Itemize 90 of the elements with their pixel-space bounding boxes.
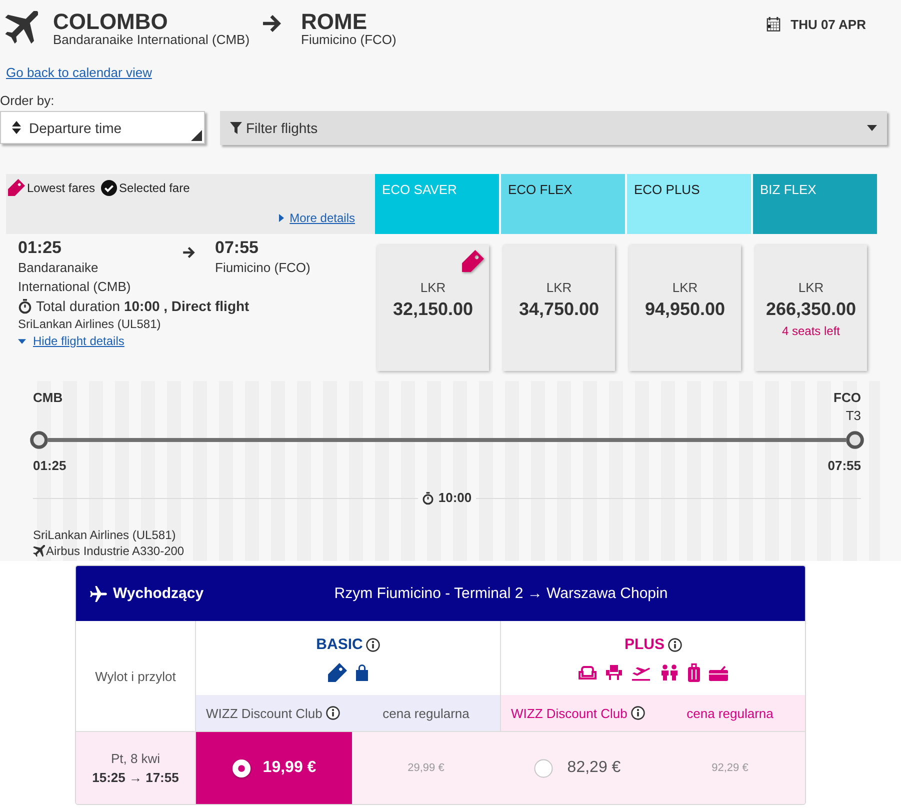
- airline-label: SriLankan Airlines (UL581): [33, 527, 176, 543]
- legend-label: Selected fare: [119, 180, 190, 194]
- column-header: WIZZ Discount Club: [511, 706, 628, 720]
- radio-button-icon: [232, 758, 251, 778]
- info-icon[interactable]: [668, 638, 682, 652]
- fare-class-header: ECO SAVER: [375, 174, 499, 234]
- fare-price: 34,750.00: [518, 298, 600, 320]
- bag-icon: [356, 664, 368, 681]
- fare-class-header: BIZ FLEX: [753, 174, 877, 234]
- legend-label: Lowest fares: [27, 180, 96, 194]
- currency-label: LKR: [798, 281, 824, 295]
- airport-name: Bandaranaike International (CMB): [53, 33, 250, 47]
- info-icon[interactable]: [366, 638, 380, 652]
- caret-right-icon: [278, 214, 284, 222]
- fare-card[interactable]: LKR 94,950.00: [629, 245, 741, 371]
- calendar-icon: [766, 16, 781, 32]
- info-icon[interactable]: [326, 706, 340, 720]
- tag-icon: [8, 179, 25, 196]
- sort-select[interactable]: Departure time: [0, 111, 205, 144]
- duration-text: Total duration 10:00 , Direct flight: [36, 297, 250, 315]
- seats-left-note: 4 seats left: [782, 324, 840, 338]
- fare-option[interactable]: 19,99 €: [196, 731, 352, 804]
- terminal-label: T3: [846, 407, 861, 425]
- date-label: THU 07 APR: [790, 16, 866, 32]
- order-by-label: Order by:: [0, 93, 54, 109]
- row-header: Wylot i przylot: [95, 668, 176, 684]
- caret-down-icon: [867, 125, 877, 131]
- more-details-link[interactable]: More details: [290, 211, 355, 225]
- corner-triangle-icon: [191, 130, 202, 141]
- fare-price: 94,950.00: [644, 298, 726, 320]
- airplane-icon: [90, 586, 107, 602]
- route-label: Rzym Fiumicino - Terminal 2 → Warszawa Chopin: [334, 584, 668, 602]
- arrow-right-icon: [263, 15, 281, 32]
- column-header: cena regularna: [382, 706, 470, 720]
- aircraft-label: Airbus Industrie A330-200: [46, 543, 184, 559]
- tag-icon: [328, 663, 347, 682]
- departure-time: 01:25: [18, 238, 62, 258]
- stop-marker-icon: [846, 431, 864, 449]
- stopwatch-icon: [422, 492, 434, 504]
- radio-button-icon: [534, 758, 554, 778]
- airport-code: CMB: [33, 389, 63, 407]
- duration-label: 10:00: [438, 490, 472, 506]
- regular-price: 29,99 €: [408, 762, 444, 774]
- flight-times: 15:25 → 17:55: [92, 769, 179, 787]
- sort-icon: [12, 121, 21, 134]
- filter-dropdown[interactable]: Filter flights: [220, 111, 887, 145]
- arrival-time: 07:55: [828, 458, 861, 474]
- column-header: cena regularna: [686, 706, 774, 720]
- airport-name: Fiumicino (FCO): [301, 33, 396, 47]
- check-circle-icon: [101, 180, 118, 196]
- armchair-icon: [578, 664, 597, 680]
- filter-icon: [230, 122, 242, 134]
- currency-label: LKR: [546, 281, 572, 295]
- city-name: ROME: [301, 10, 367, 33]
- airport-name: Fiumicino (FCO): [215, 259, 310, 277]
- info-icon[interactable]: [631, 706, 646, 720]
- airport-name: Bandaranaike International (CMB): [18, 259, 132, 296]
- airline-label: SriLankan Airlines (UL581): [18, 316, 161, 333]
- fare-card[interactable]: LKR 32,150.00: [377, 245, 489, 371]
- airplane-icon: [33, 545, 45, 557]
- fare-option[interactable]: 82,29 €: [500, 731, 655, 804]
- fare-price: 266,350.00: [766, 298, 856, 320]
- airplane-icon: [5, 11, 38, 44]
- fare-class-header: ECO FLEX: [501, 174, 625, 234]
- flight-date: Pt, 8 kwi: [110, 750, 160, 768]
- people-icon: [660, 664, 679, 681]
- regular-price: 92,29 €: [712, 762, 748, 774]
- toggle-details-link[interactable]: Hide flight details: [33, 334, 124, 348]
- takeoff-icon: [631, 664, 651, 681]
- column-header: WIZZ Discount Club: [206, 706, 322, 720]
- fare-price: 32,150.00: [392, 298, 474, 320]
- suitcase-icon: [688, 663, 700, 682]
- fare-card[interactable]: LKR 34,750.00: [503, 245, 615, 371]
- back-link[interactable]: Go back to calendar view: [6, 65, 152, 81]
- city-name: COLOMBO: [53, 10, 168, 33]
- arrow-right-icon: [183, 247, 195, 258]
- bundle-name: PLUS: [624, 636, 664, 654]
- fare-card[interactable]: LKR 266,350.00 4 seats left: [755, 245, 867, 371]
- airport-code: FCO: [834, 389, 861, 407]
- currency-label: LKR: [420, 281, 446, 295]
- fare-class-header: ECO PLUS: [627, 174, 751, 234]
- stopwatch-icon: [18, 298, 32, 314]
- bundle-name: BASIC: [316, 636, 363, 654]
- stop-marker-icon: [30, 431, 48, 449]
- seat-icon: [606, 664, 622, 681]
- currency-label: LKR: [672, 281, 698, 295]
- departure-time: 01:25: [33, 458, 66, 474]
- direction-label: Wychodzący: [113, 585, 204, 602]
- briefcase-icon: [709, 664, 728, 680]
- arrival-time: 07:55: [215, 238, 258, 258]
